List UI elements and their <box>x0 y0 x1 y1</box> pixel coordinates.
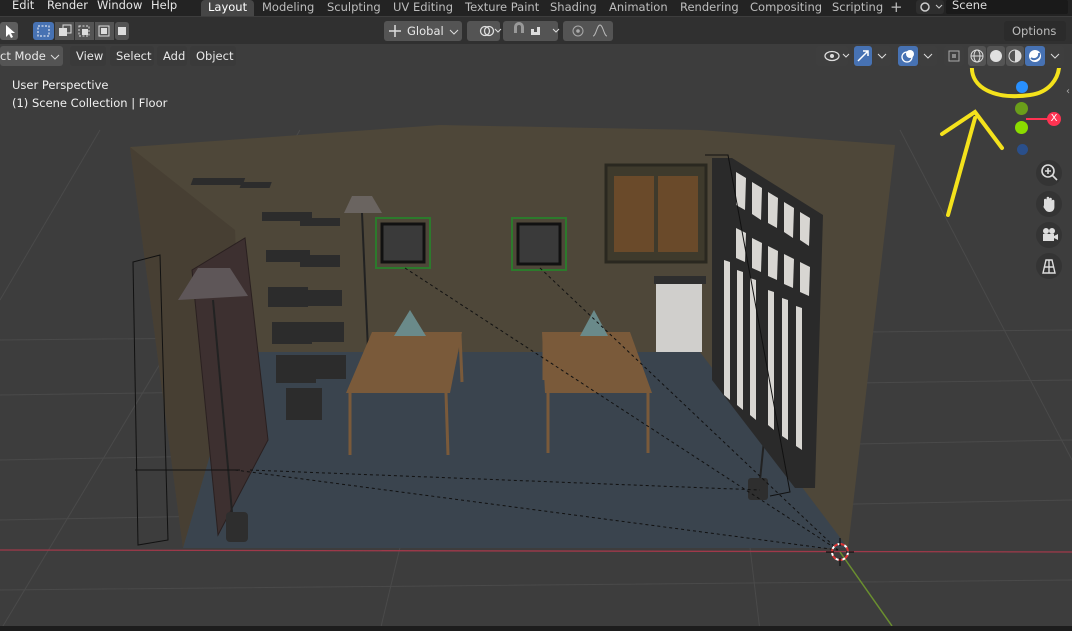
overlays-dropdown[interactable] <box>919 46 937 66</box>
ortho-toggle-button[interactable] <box>1036 253 1062 279</box>
chevron-down-icon <box>449 29 459 35</box>
select-intersect-icon[interactable] <box>115 22 129 40</box>
tab-uv-editing[interactable]: UV Editing <box>386 0 460 16</box>
status-bar <box>0 626 1072 631</box>
pivot-point-dropdown[interactable] <box>467 21 502 41</box>
gizmo-x-line <box>1026 118 1048 120</box>
shading-dropdown[interactable] <box>1046 46 1064 66</box>
shading-material-button[interactable] <box>1006 46 1024 66</box>
shading-wireframe-button[interactable] <box>968 46 986 66</box>
orientation-label: Global <box>407 24 444 38</box>
x-axis-line <box>0 549 1072 553</box>
zoom-button[interactable] <box>1036 160 1062 186</box>
top-bar: Edit Render Window Help Layout Modeling … <box>0 0 1072 16</box>
overlays-toggle[interactable] <box>898 46 918 66</box>
shading-solid-button[interactable] <box>987 46 1005 66</box>
tab-modeling[interactable]: Modeling <box>255 0 321 16</box>
mode-dropdown[interactable]: ct Mode <box>0 46 63 66</box>
menu-edit[interactable]: Edit <box>12 0 34 13</box>
xray-icon <box>948 50 960 62</box>
menu-render[interactable]: Render <box>47 0 88 13</box>
select-invert-icon[interactable] <box>95 22 114 40</box>
tab-rendering[interactable]: Rendering <box>673 0 746 16</box>
select-new-icon[interactable] <box>33 22 54 40</box>
cursor-icon <box>6 25 15 38</box>
viewport-collection-label: (1) Scene Collection | Floor <box>12 96 168 110</box>
gizmo-neg-z-axis[interactable] <box>1017 144 1028 155</box>
rendered-sphere-icon <box>1029 50 1041 62</box>
chevron-down-icon <box>877 53 887 59</box>
visibility-dropdown[interactable] <box>816 46 850 66</box>
tab-sculpting[interactable]: Sculpting <box>320 0 388 16</box>
sidebar-toggle-icon[interactable]: ‹ <box>1066 86 1070 97</box>
tab-animation[interactable]: Animation <box>602 0 675 16</box>
mode-label: ct Mode <box>0 49 46 63</box>
hand-icon <box>1043 196 1055 212</box>
snapping-group[interactable] <box>503 21 560 41</box>
gizmo-arrow-icon <box>857 50 869 62</box>
select-menu[interactable]: Select <box>110 46 154 66</box>
orientation-axes-icon <box>389 25 401 37</box>
eye-icon <box>824 50 850 62</box>
chevron-down-icon <box>923 53 933 59</box>
tool-header: Global Options <box>0 17 1072 44</box>
material-sphere-icon <box>1008 49 1022 63</box>
chevron-down-icon <box>1050 53 1060 59</box>
tab-scripting[interactable]: Scripting <box>825 0 890 16</box>
gizmo-x-axis[interactable]: X <box>1047 112 1061 126</box>
shading-rendered-button[interactable] <box>1025 46 1045 66</box>
selection-mode-group <box>33 22 129 40</box>
camera-view-button[interactable] <box>1036 222 1062 248</box>
menu-help[interactable]: Help <box>151 0 177 13</box>
y-axis-line <box>839 551 893 627</box>
select-extend-icon[interactable] <box>55 22 74 40</box>
pan-button[interactable] <box>1036 191 1062 217</box>
scene-selector-button[interactable] <box>916 0 944 14</box>
gizmo-toggle[interactable] <box>854 46 872 66</box>
select-subtract-icon[interactable] <box>75 22 94 40</box>
gizmo-y-axis[interactable] <box>1015 102 1028 115</box>
zoom-icon <box>1041 164 1058 181</box>
viewport-header: ct Mode View Select Add Object <box>0 44 1072 68</box>
3d-viewport[interactable] <box>0 68 1072 631</box>
view-menu[interactable]: View <box>70 46 106 66</box>
menu-window[interactable]: Window <box>97 0 142 13</box>
wall-cabinet <box>604 163 708 264</box>
options-dropdown[interactable]: Options <box>1004 21 1066 41</box>
tab-texture-paint[interactable]: Texture Paint <box>458 0 546 16</box>
overlays-icon <box>901 50 914 63</box>
proportional-falloff-icon <box>572 24 608 37</box>
tab-shading[interactable]: Shading <box>543 0 604 16</box>
tab-layout[interactable]: Layout <box>201 0 255 16</box>
scene-name-field[interactable]: Scene <box>946 0 1068 14</box>
solid-sphere-icon <box>990 50 1002 62</box>
gizmo-dropdown[interactable] <box>873 46 891 66</box>
add-workspace-button[interactable]: + <box>890 0 903 15</box>
tab-compositing[interactable]: Compositing <box>743 0 829 16</box>
dresser <box>654 276 706 352</box>
add-menu[interactable]: Add <box>157 46 187 66</box>
transform-orientation-dropdown[interactable]: Global <box>384 21 462 41</box>
painting-left <box>375 217 431 269</box>
camera-icon <box>1043 228 1058 241</box>
snap-magnet-icon <box>514 22 560 35</box>
annotation-arrow <box>940 109 1004 217</box>
gizmo-neg-y-axis[interactable] <box>1015 121 1028 134</box>
painting-right <box>511 217 567 271</box>
options-label: Options <box>1012 24 1057 38</box>
object-menu[interactable]: Object <box>190 46 236 66</box>
grid-perspective-icon <box>1042 259 1056 274</box>
proportional-editing-group[interactable] <box>563 21 613 41</box>
annotation-circle <box>970 68 1061 99</box>
xray-toggle[interactable] <box>944 46 964 66</box>
chevron-down-icon <box>50 54 60 60</box>
wireframe-sphere-icon <box>970 49 984 63</box>
scene-icon <box>920 2 943 12</box>
select-tool-button[interactable] <box>0 22 18 40</box>
gizmo-z-axis[interactable] <box>1016 81 1028 93</box>
pivot-icon <box>479 25 502 37</box>
viewport-perspective-label: User Perspective <box>12 78 109 92</box>
